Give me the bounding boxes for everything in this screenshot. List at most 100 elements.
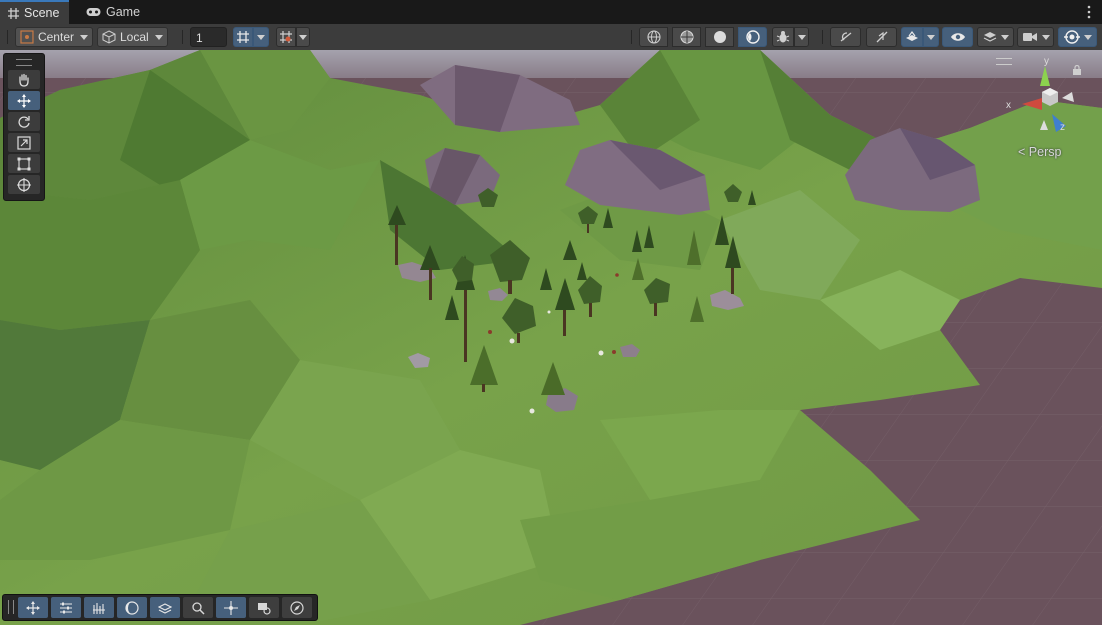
overlay-camera-view-button[interactable] [249,597,279,618]
camera-icon [1022,33,1037,41]
gizmo-y-label: y [1044,56,1049,67]
effects-dropdown[interactable] [923,27,939,47]
pivot-icon [224,600,238,615]
tab-bar: Scene Game [0,0,1102,25]
shaded-wireframe-sphere-icon [680,30,693,44]
toolbar-divider [7,30,8,44]
chevron-down-icon [80,34,88,40]
shaded-button[interactable] [705,27,734,47]
light-off-icon [840,32,851,42]
render-debug-toggle[interactable] [772,27,794,47]
audio-muted-icon [876,31,887,43]
overlay-toolbar [2,594,318,621]
gizmo-x-axis-cone[interactable] [1022,98,1042,110]
gizmo-z-label: z [1060,122,1065,133]
pivot-rotation-dropdown[interactable]: Local [97,27,168,47]
increment-snap-icon [280,31,292,43]
transform-tool-button[interactable] [8,175,40,194]
grid-icon [8,7,19,19]
move-tool-button[interactable] [8,91,40,110]
terrain-render[interactable] [0,50,1102,625]
toggle-2d-lighting-button[interactable] [830,27,861,47]
chevron-down-icon [1083,34,1092,40]
chevron-down-icon [797,34,806,40]
rotate-icon [18,115,30,128]
projection-toggle[interactable]: < Persp [1018,145,1061,159]
pivot-center-icon [20,30,34,44]
gamepad-icon [86,8,101,16]
overlay-adjust-button[interactable] [51,597,81,618]
overlay-move-button[interactable] [18,597,48,618]
camera-settings-dropdown[interactable] [1017,27,1054,47]
bug-icon [776,31,790,43]
scene-viewport[interactable]: y x z < Persp [0,50,1102,625]
view-tool-button[interactable] [8,70,40,89]
chevron-down-icon [299,34,307,40]
overlay-pivot-button[interactable] [216,597,246,618]
gizmo-globe-icon [1063,30,1080,44]
overlay-search-button[interactable] [183,597,213,618]
gizmos-dropdown[interactable] [1058,27,1097,47]
scale-tool-button[interactable] [8,133,40,152]
layers-icon [158,602,172,614]
drag-handle-icon[interactable] [16,59,32,66]
shaded-wireframe-button[interactable] [672,27,701,47]
gizmo-y-axis-cone[interactable] [1040,66,1050,86]
cube-icon [102,30,116,44]
pivot-rotation-label: Local [120,30,149,44]
eye-icon [950,33,965,41]
rotate-tool-button[interactable] [8,112,40,131]
grid-snap-value-field[interactable]: 1 [190,27,227,47]
scene-toolbar: Center Local 1 [0,24,1102,51]
layers-dropdown[interactable] [977,27,1014,47]
tab-game[interactable]: Game [78,0,150,24]
move-arrows-icon [17,93,31,108]
effects-layers-icon [906,31,918,41]
effects-toggle-button[interactable] [901,27,923,47]
toolbar-divider [631,30,632,44]
scene-visibility-button[interactable] [942,27,973,47]
move-arrows-icon [26,600,40,615]
search-icon [192,601,205,615]
scale-icon [17,135,31,150]
grass-icon [93,602,105,614]
rect-tool-button[interactable] [8,154,40,173]
tab-scene[interactable]: Scene [0,0,70,24]
overlay-lighting-button[interactable] [117,597,147,618]
drag-handle-icon[interactable] [8,600,14,614]
overlay-navigation-button[interactable] [282,597,312,618]
pivot-mode-label: Center [37,30,74,44]
rect-transform-icon [17,157,31,170]
overlay-layers-button[interactable] [150,597,180,618]
chevron-down-icon [154,34,163,40]
transform-icon [17,177,31,192]
overlay-grass-button[interactable] [84,597,114,618]
tab-scene-label: Scene [24,6,60,20]
chevron-down-icon [257,34,265,40]
moon-icon [125,600,139,615]
hand-icon [19,73,29,87]
layers-icon [983,32,996,42]
lit-shading-button[interactable] [738,27,767,47]
grid-snap-icon [237,31,249,43]
increment-snap-toggle[interactable] [276,27,296,47]
render-debug-dropdown[interactable] [794,27,809,47]
tab-game-label: Game [106,5,141,19]
chevron-down-icon [927,34,935,40]
wireframe-sphere-icon [646,30,661,44]
shaded-sphere-icon [713,31,726,43]
compass-icon [290,600,304,615]
increment-snap-dropdown[interactable] [296,27,310,47]
more-options-icon[interactable] [1084,4,1094,20]
grid-snap-dropdown[interactable] [253,27,269,47]
sliders-icon [60,602,72,613]
audio-toggle-button[interactable] [866,27,897,47]
grid-snap-toggle[interactable] [233,27,253,47]
projection-label: Persp [1028,145,1062,159]
pivot-mode-dropdown[interactable]: Center [15,27,93,47]
chevron-down-icon [1000,34,1009,40]
toolbar-divider [822,30,823,44]
lit-sphere-icon [745,30,760,44]
tools-overlay [3,53,45,201]
wireframe-shading-button[interactable] [639,27,668,47]
